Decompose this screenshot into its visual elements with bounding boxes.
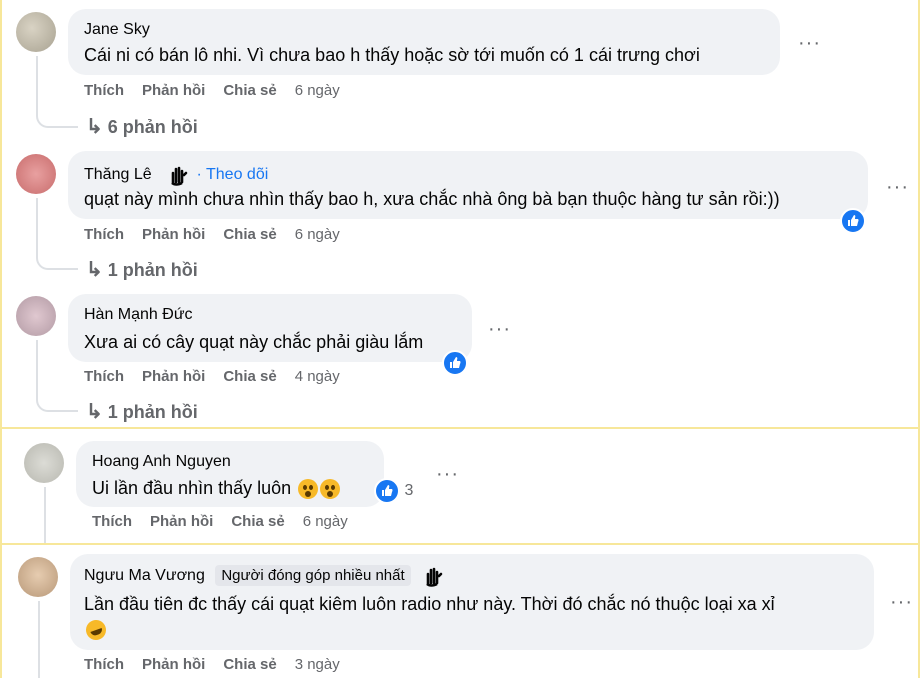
thread-line [44,487,46,543]
share-button[interactable]: Chia sẻ [231,513,284,530]
comment-actions: Thích Phản hồi Chia sẻ 4 ngày [84,368,358,385]
comment-bubble: Ngưu Ma Vương Người đóng góp nhiều nhất … [70,554,874,650]
thread-elbow [36,242,78,270]
comment-author[interactable]: Jane Sky [84,21,150,39]
comment-bubble: Thăng Lê · Theo dõi quạt này mình chưa n… [68,151,868,219]
comment-actions: Thích Phản hồi Chia sẻ 6 ngày [84,82,358,99]
wave-badge-icon [419,564,448,588]
author-name[interactable]: Thăng Lê [84,166,152,183]
thread-elbow [36,384,78,412]
like-reaction-icon [374,478,400,504]
comment-author[interactable]: Hàn Mạnh Đức [84,306,193,324]
more-options-icon[interactable]: ··· [890,592,913,612]
top-contributor-badge[interactable]: Người đóng góp nhiều nhất [215,565,411,587]
more-options-icon[interactable]: ··· [886,177,909,197]
share-button[interactable]: Chia sẻ [223,656,276,673]
comment-text: Ui lần đầu nhìn thấy luôn [92,478,341,500]
comment-age[interactable]: 4 ngày [295,368,340,385]
avatar[interactable] [24,443,64,483]
comment-text: Cái ni có bán lô nhi. Vì chưa bao h thấy… [84,45,700,65]
reply-arrow-icon: ↳ [86,401,103,423]
shocked-emoji-icon [320,479,341,500]
more-options-icon[interactable]: ··· [488,319,511,339]
avatar[interactable] [16,12,56,52]
comment-bubble: Jane Sky Cái ni có bán lô nhi. Vì chưa b… [68,9,780,75]
follow-link[interactable]: · Theo dõi [197,166,269,183]
reply-button[interactable]: Phản hồi [142,656,205,673]
comment-bubble: Hoang Anh Nguyen Ui lần đầu nhìn thấy lu… [76,441,384,507]
comment-author: Ngưu Ma Vương Người đóng góp nhiều nhất [84,564,448,588]
comment-author: Thăng Lê · Theo dõi [84,163,268,187]
like-reaction-icon[interactable] [442,350,468,376]
more-options-icon[interactable]: ··· [798,33,821,53]
like-button[interactable]: Thích [84,82,124,99]
comment-panel-2: Hoang Anh Nguyen Ui lần đầu nhìn thấy lu… [0,429,920,543]
comment-text: Lần đầu tiên đc thấy cái quạt kiêm luôn … [84,594,775,614]
comment-text: Xưa ai có cây quạt này chắc phải giàu lắ… [84,332,424,352]
comment-text: quạt này mình chưa nhìn thấy bao h, xưa … [84,189,780,209]
like-button[interactable]: Thích [84,368,124,385]
avatar[interactable] [16,296,56,336]
reply-button[interactable]: Phản hồi [150,513,213,530]
wave-badge-icon [164,163,193,187]
reply-button[interactable]: Phản hồi [142,368,205,385]
laughing-emoji-icon [83,617,109,643]
thread-elbow [36,100,78,128]
comment-age[interactable]: 6 ngày [303,513,348,530]
comment-panel-1: Jane Sky Cái ni có bán lô nhi. Vì chưa b… [0,0,920,427]
like-reaction-icon[interactable] [840,208,866,234]
reaction-count: 3 [404,482,414,499]
shocked-emoji-icon [298,479,319,500]
comment-actions: Thích Phản hồi Chia sẻ 6 ngày [92,513,366,530]
comment-actions: Thích Phản hồi Chia sẻ 6 ngày [84,226,358,243]
like-button[interactable]: Thích [92,513,132,530]
share-button[interactable]: Chia sẻ [223,82,276,99]
avatar[interactable] [16,154,56,194]
comment-actions: Thích Phản hồi Chia sẻ 3 ngày [84,656,358,673]
reaction-summary[interactable]: 3 [374,478,413,504]
share-button[interactable]: Chia sẻ [223,226,276,243]
author-name[interactable]: Ngưu Ma Vương [84,567,205,584]
view-replies-link[interactable]: ↳ 6 phản hồi [86,114,198,139]
comment-author[interactable]: Hoang Anh Nguyen [92,453,231,471]
more-options-icon[interactable]: ··· [436,464,459,484]
view-replies-link[interactable]: ↳ 1 phản hồi [86,257,198,282]
comment-age[interactable]: 6 ngày [295,82,340,99]
like-button[interactable]: Thích [84,226,124,243]
reply-arrow-icon: ↳ [86,259,103,281]
view-replies-link[interactable]: ↳ 1 phản hồi [86,399,198,424]
reply-button[interactable]: Phản hồi [142,82,205,99]
thread-line [38,601,40,678]
like-button[interactable]: Thích [84,656,124,673]
reply-arrow-icon: ↳ [86,116,103,138]
comment-panel-3: Ngưu Ma Vương Người đóng góp nhiều nhất … [0,545,920,678]
comment-age[interactable]: 6 ngày [295,226,340,243]
comment-age[interactable]: 3 ngày [295,656,340,673]
avatar[interactable] [18,557,58,597]
share-button[interactable]: Chia sẻ [223,368,276,385]
reply-button[interactable]: Phản hồi [142,226,205,243]
comment-bubble: Hàn Mạnh Đức Xưa ai có cây quạt này chắc… [68,294,472,362]
